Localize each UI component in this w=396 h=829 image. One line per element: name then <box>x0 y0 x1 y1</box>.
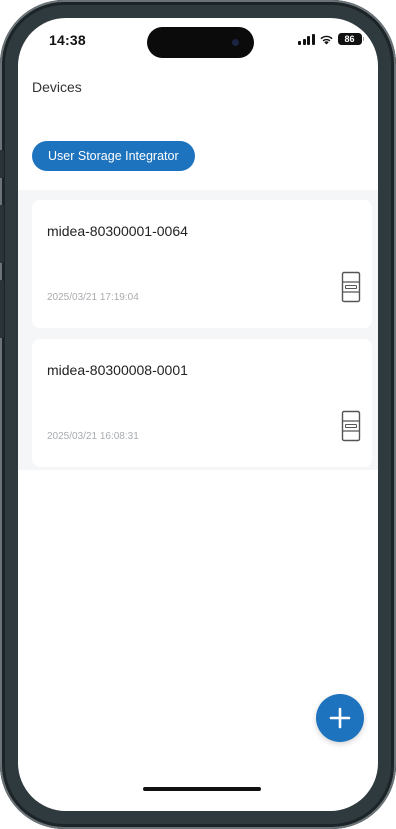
home-indicator[interactable] <box>143 787 261 791</box>
device-list: midea-80300001-0064 2025/03/21 17:19:04 … <box>18 190 378 470</box>
device-timestamp: 2025/03/21 16:08:31 <box>47 431 139 442</box>
wifi-icon <box>319 34 334 45</box>
screen: 14:38 86 Devices User Storage Integrator… <box>18 18 378 811</box>
battery-level: 86 <box>337 33 362 45</box>
plus-icon <box>329 707 351 729</box>
device-timestamp: 2025/03/21 17:19:04 <box>47 292 139 303</box>
filter-chip-user-storage-integrator[interactable]: User Storage Integrator <box>32 141 195 171</box>
page-title: Devices <box>32 79 82 95</box>
storage-cabinet-icon <box>341 410 361 442</box>
storage-cabinet-icon <box>341 271 361 303</box>
device-name: midea-80300001-0064 <box>47 223 188 239</box>
cellular-signal-icon <box>298 33 315 45</box>
dynamic-island <box>147 27 254 58</box>
device-card[interactable]: midea-80300008-0001 2025/03/21 16:08:31 <box>32 339 372 467</box>
volume-down-button <box>0 280 4 338</box>
battery-icon: 86 <box>337 33 364 45</box>
status-time: 14:38 <box>49 32 86 48</box>
front-camera <box>232 39 239 46</box>
phone-frame: 14:38 86 Devices User Storage Integrator… <box>0 0 396 829</box>
device-name: midea-80300008-0001 <box>47 362 188 378</box>
volume-up-button <box>0 205 4 263</box>
action-button <box>0 150 4 178</box>
status-indicators: 86 <box>298 33 364 45</box>
status-bar: 14:38 86 <box>18 18 378 64</box>
add-device-button[interactable] <box>316 694 364 742</box>
device-card[interactable]: midea-80300001-0064 2025/03/21 17:19:04 <box>32 200 372 328</box>
